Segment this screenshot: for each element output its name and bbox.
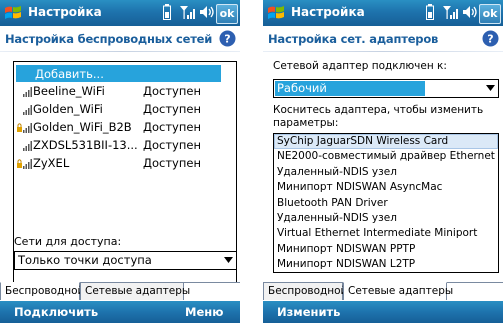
wireless-settings-screen: Настройка ok Настройка беспроводных сете… [0,0,240,323]
networks-to-access-dropdown[interactable]: Только точки доступа [14,251,237,270]
dropdown-arrow-icon[interactable] [486,85,495,91]
dropdown-value: Рабочий [277,81,327,95]
tab-network-adapters[interactable]: Сетевые адаптеры [80,282,190,300]
page-heading: Настройка сет. адаптеров [268,32,439,46]
edit-softkey[interactable]: Изменить [277,305,340,319]
window-title: Настройка [28,5,102,19]
dropdown-value: Только точки доступа [18,253,152,267]
network-name: ZyXEL [33,156,70,170]
network-status: Доступен [143,84,201,98]
window-title: Настройка [291,5,365,19]
network-status: Доступен [143,156,201,170]
svg-text:?: ? [487,33,493,46]
tab-network-adapters[interactable]: Сетевые адаптеры [343,282,453,300]
speaker-icon[interactable] [462,4,478,20]
heading-divider [0,51,240,52]
adapter-row[interactable]: Удаленный-NDIS узел [274,165,498,180]
softkey-bar: Подключить Меню [0,301,240,323]
network-row[interactable]: ZyXEL Доступен [15,154,235,172]
network-row[interactable]: Golden_WiFi_B2B Доступен [15,118,235,136]
signal-icon [23,141,32,151]
add-network-item[interactable]: Добавить... [16,65,221,82]
adapter-row[interactable]: Bluetooth PAN Driver [274,196,498,211]
network-status: Доступен [143,102,201,116]
adapter-row[interactable]: Virtual Ethernet Intermediate Miniport [274,226,498,241]
adapter-row[interactable]: Минипорт NDISWAN L2TP [274,257,498,272]
adapter-row[interactable]: Минипорт NDISWAN PPTP [274,242,498,257]
network-name: Golden_WiFi_B2B [33,120,132,134]
adapter-row[interactable]: NE2000-совместимый драйвер Ethernet [274,149,498,164]
networks-to-access-label: Сети для доступа: [14,235,122,248]
softkey-bar: Изменить [263,301,503,323]
dropdown-arrow-icon[interactable] [224,257,233,263]
network-row[interactable]: Golden_WiFi Доступен [15,100,235,118]
menu-softkey[interactable]: Меню [185,305,223,319]
signal-strength-icon[interactable] [442,4,460,20]
ok-button[interactable]: ok [216,4,238,24]
adapter-row[interactable]: SyChip JaguarSDN Wireless Card [274,134,498,150]
ok-button[interactable]: ok [479,4,501,24]
signal-icon [23,105,32,115]
network-list-items: Добавить... Beeline_WiFi Доступен Golden_W… [15,63,235,223]
help-icon[interactable]: ? [482,30,499,47]
tab-wireless[interactable]: Беспроводной [0,282,84,300]
adapter-row[interactable]: Удаленный-NDIS узел [274,211,498,226]
page-heading: Настройка беспроводных сетей [5,32,213,46]
add-network-label: Добавить... [35,67,104,81]
windows-start-icon[interactable] [3,3,23,23]
status-icons [414,4,480,22]
network-name: Golden_WiFi [33,102,103,116]
svg-text:?: ? [224,33,230,46]
battery-icon[interactable] [426,4,434,20]
title-bar: Настройка ok [263,0,503,26]
network-name: ZXDSL531BII-13... [33,138,138,152]
connect-softkey[interactable]: Подключить [14,305,98,319]
network-name: Beeline_WiFi [33,84,105,98]
tap-adapter-label-line2: параметры: [273,117,339,129]
tab-bar: Беспроводной Сетевые адаптеры [0,282,240,301]
adapter-row[interactable]: Минипорт NDISWAN AsyncMac [274,180,498,195]
network-adapters-screen: Настройка ok Настройка сет. адаптеров ? … [263,0,503,323]
speaker-icon[interactable] [199,4,215,20]
title-bar: Настройка ok [0,0,240,26]
secure-signal-icon [17,159,32,169]
network-row[interactable]: Beeline_WiFi Доступен [15,82,235,100]
signal-icon [23,87,32,97]
adapter-connected-label: Сетевой адаптер подключен к: [273,60,447,72]
status-icons [151,4,217,22]
network-status: Доступен [143,120,201,134]
adapter-connected-dropdown[interactable]: Рабочий [273,79,499,98]
network-status: Доступен [143,138,201,152]
adapter-list[interactable]: SyChip JaguarSDN Wireless Card NE2000-сов… [273,133,499,273]
windows-start-icon[interactable] [266,3,286,23]
tab-wireless[interactable]: Беспроводной [263,282,347,300]
battery-icon[interactable] [163,4,171,20]
network-row[interactable]: ZXDSL531BII-13... Доступен [15,136,235,154]
tab-bar: Беспроводной Сетевые адаптеры [263,282,503,301]
tap-adapter-label-line1: Коснитесь адаптера, чтобы изменить [273,104,484,116]
heading-divider [263,51,503,52]
help-icon[interactable]: ? [219,30,236,47]
secure-signal-icon [17,123,32,133]
signal-strength-icon[interactable] [179,4,197,20]
